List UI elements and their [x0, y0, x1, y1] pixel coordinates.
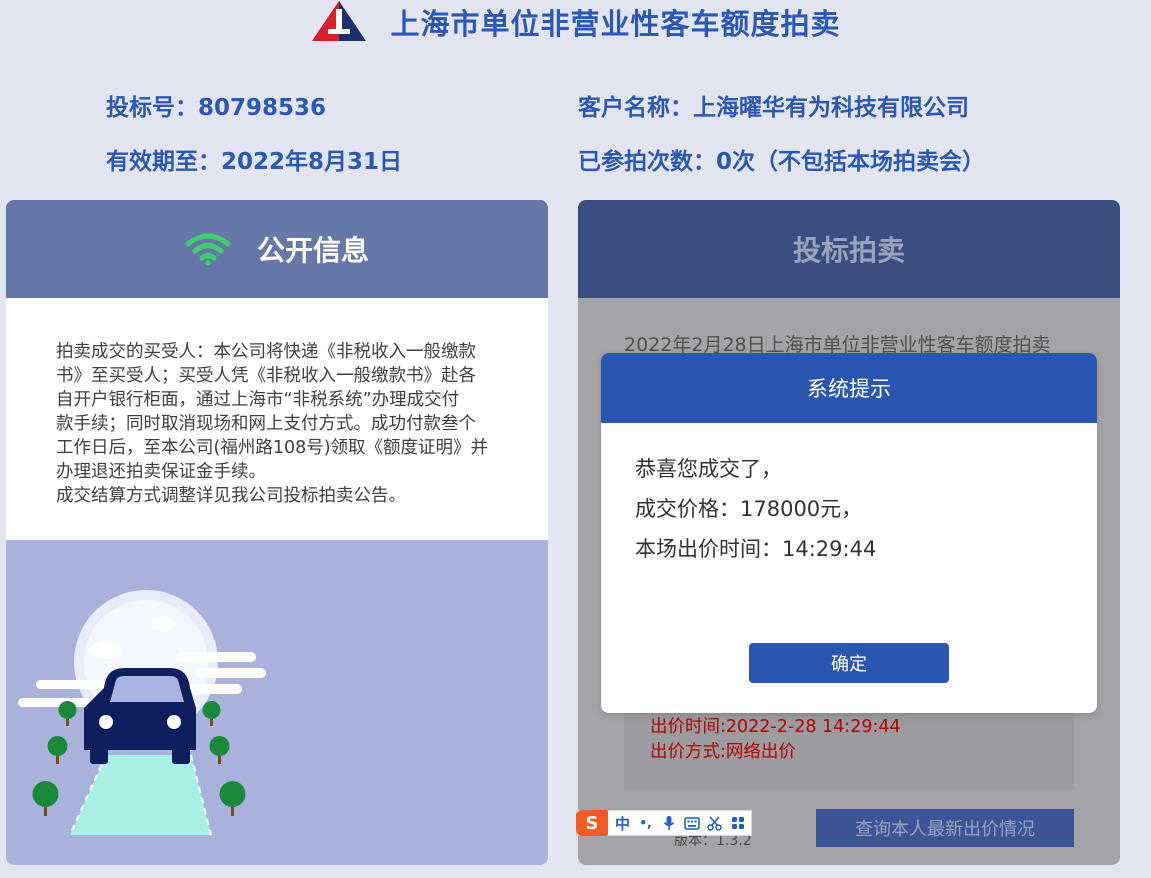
notice-line: 款手续；同时取消现场和网上支付方式。成功付款叁个: [56, 414, 476, 434]
ime-mode-toggle[interactable]: 中: [614, 813, 631, 834]
congrats-text: 恭喜您成交了，: [635, 457, 782, 481]
logo-icon: [312, 1, 367, 41]
page-header: 上海市单位非营业性客车额度拍卖: [0, 0, 1151, 50]
bid-number-label: 投标号：: [106, 95, 198, 121]
customer-name-label: 客户名称：: [578, 95, 693, 121]
notice-text: 拍卖成交的买受人：本公司将快递《非税收入一般缴款 书》至买受人；买受人凭《非税收…: [6, 298, 548, 540]
valid-date-label: 有效期至：: [106, 149, 221, 175]
notice-line: 拍卖成交的买受人：本公司将快递《非税收入一般缴款: [56, 342, 476, 362]
bid-number-row: 投标号：80798536: [106, 88, 326, 122]
bidding-header: 投标拍卖: [578, 200, 1120, 298]
public-info-title: 公开信息: [256, 234, 369, 267]
car-road-illustration: [18, 590, 266, 836]
notice-line: 自开户银行柜面，通过上海市“非税系统”办理成交付: [56, 390, 460, 410]
bid-method-text: 出价方式:网络出价: [650, 742, 796, 762]
ime-punctuation-toggle[interactable]: •,: [637, 816, 654, 830]
ime-toolbar: S 中 •,: [576, 810, 752, 836]
attended-count-value: 0次（不包括本场拍卖会）: [716, 149, 986, 175]
bid-number-value: 80798536: [198, 95, 327, 121]
attended-count-label: 已参拍次数：: [578, 149, 716, 175]
valid-date-row: 有效期至：2022年8月31日: [106, 142, 402, 176]
notice-line: 办理退还拍卖保证金手续。: [56, 462, 266, 482]
system-prompt-dialog: 系统提示 恭喜您成交了， 成交价格：178000元， 本场出价时间：14:29:…: [601, 353, 1097, 713]
bid-time-text: 本场出价时间：14:29:44: [635, 537, 877, 561]
microphone-icon[interactable]: [660, 815, 677, 831]
dialog-title: 系统提示: [601, 353, 1097, 423]
scissors-icon[interactable]: [706, 815, 723, 831]
valid-date-value: 2022年8月31日: [221, 149, 403, 175]
bidding-title: 投标拍卖: [792, 234, 905, 267]
deal-price-text: 成交价格：178000元，: [635, 497, 863, 521]
query-latest-bid-button[interactable]: 查询本人最新出价情况: [816, 809, 1074, 847]
site-title: 上海市单位非营业性客车额度拍卖: [390, 7, 841, 41]
confirm-button[interactable]: 确定: [749, 643, 949, 683]
keyboard-icon[interactable]: [683, 816, 700, 830]
attended-count-row: 已参拍次数：0次（不包括本场拍卖会）: [578, 142, 985, 176]
wifi-icon: [185, 233, 231, 266]
dialog-body: 恭喜您成交了， 成交价格：178000元， 本场出价时间：14:29:44: [601, 423, 1097, 569]
notice-line: 书》至买受人；买受人凭《非税收入一般缴款书》赴各: [56, 366, 476, 386]
public-info-panel: 公开信息 拍卖成交的买受人：本公司将快递《非税收入一般缴款 书》至买受人；买受人…: [6, 200, 548, 865]
grid-icon[interactable]: [729, 816, 746, 830]
notice-line: 成交结算方式调整详见我公司投标拍卖公告。: [56, 486, 406, 506]
customer-name-value: 上海曜华有为科技有限公司: [693, 95, 969, 121]
customer-name-row: 客户名称：上海曜华有为科技有限公司: [578, 88, 969, 122]
notice-line: 工作日后，至本公司(福州路108号)领取《额度证明》并: [56, 438, 489, 458]
sogou-logo-icon[interactable]: S: [576, 810, 608, 836]
bid-time-text: 出价时间:2022-2-28 14:29:44: [650, 717, 901, 737]
public-info-header: 公开信息: [6, 200, 548, 298]
